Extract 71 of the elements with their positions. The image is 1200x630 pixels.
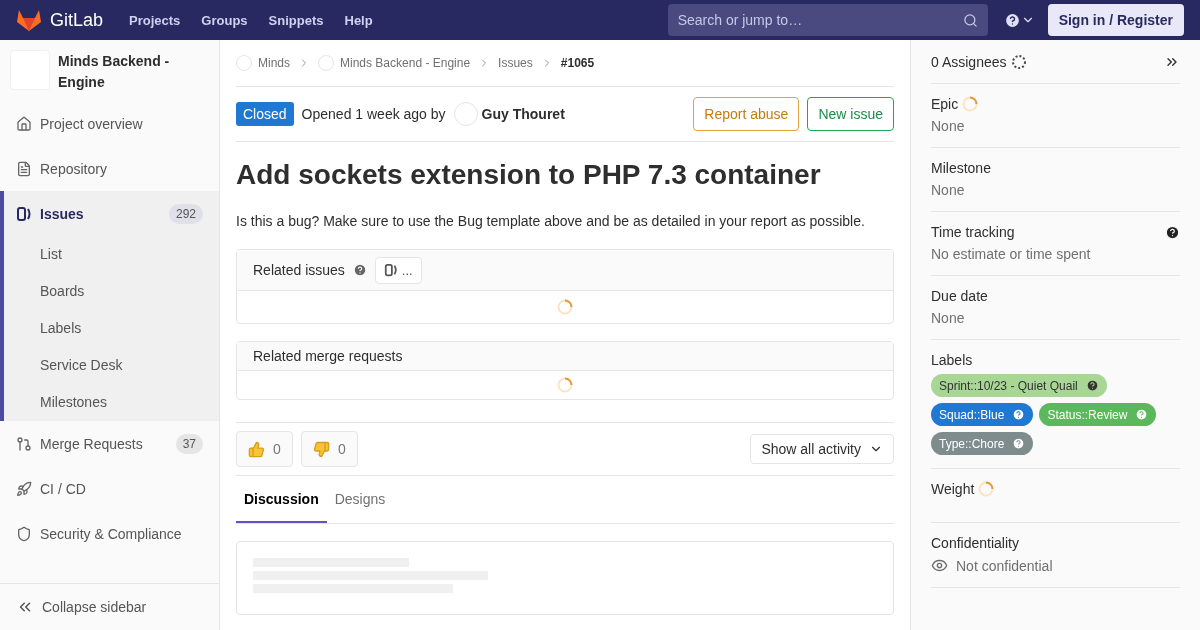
nav-link[interactable]: Groups [201, 12, 248, 28]
sidebar-subitem[interactable]: Labels [4, 310, 219, 347]
avatar-circle [236, 55, 252, 71]
thumbs-down-icon [313, 440, 331, 458]
eye-icon [931, 557, 948, 574]
label-tag[interactable]: Sprint::10/23 - Quiet Quail [931, 374, 1107, 397]
search-icon [962, 12, 978, 28]
section-value: None [931, 182, 966, 198]
thumbs-up-button[interactable]: 0 [236, 431, 293, 467]
section-title: Epic [931, 96, 959, 112]
sidebar-item[interactable]: Project overview [4, 101, 219, 146]
author-link[interactable]: Guy Thouret [453, 102, 565, 126]
avatar-circle [318, 55, 334, 71]
issue-title: Add sockets extension to PHP 7.3 container [236, 159, 822, 191]
section-title: Time tracking [931, 224, 1015, 240]
nav-link[interactable]: Snippets [268, 12, 324, 28]
shield-icon [16, 525, 32, 542]
section-value: None [931, 310, 966, 326]
issues-icon [383, 263, 398, 277]
avatar-circle [453, 102, 478, 126]
collapse-sidebar-link[interactable]: Collapse sidebar [0, 583, 219, 630]
section-value: Not confidential [956, 557, 1053, 574]
sidebar-subitem[interactable]: Service Desk [4, 347, 219, 384]
sidebar-item[interactable]: Security & Compliance [4, 511, 219, 556]
project-name[interactable]: Minds Backend - Engine [58, 50, 209, 93]
fox-logo-icon[interactable] [16, 8, 42, 32]
brand-name[interactable]: GitLab [50, 9, 104, 31]
label-tag[interactable]: Squad::Blue [931, 403, 1034, 426]
section-value: No estimate or time spent [931, 246, 1092, 262]
issue-description: Is this a bug? Make sure to use the Bug template above and be as detailed in your report as possible. [236, 213, 866, 229]
rocket-icon [16, 480, 32, 497]
assignees-title: 0 Assignees [931, 54, 1007, 70]
count-badge: 292 [168, 203, 203, 224]
nav-link[interactable]: Projects [129, 12, 181, 28]
opened-text: Opened 1 week ago by [301, 106, 446, 122]
issues-icon [16, 205, 32, 222]
section-title: Labels [931, 352, 973, 368]
thumbs-down-button[interactable]: 0 [301, 431, 358, 467]
breadcrumb-link[interactable]: Minds Backend - Engine [318, 55, 471, 71]
tab[interactable]: Discussion [236, 476, 327, 523]
sidebar-subitem[interactable]: List [4, 236, 219, 273]
issues-count-button[interactable]: ... [374, 256, 422, 284]
breadcrumb-link[interactable]: Issues [498, 56, 533, 70]
breadcrumb-link[interactable]: #1065 [560, 56, 595, 70]
sidebar-subitem[interactable]: Boards [4, 273, 219, 310]
merge-request-icon [16, 435, 32, 452]
section-title: Confidentiality [931, 535, 1019, 551]
document-icon [16, 160, 32, 177]
sidebar-item[interactable]: Repository [4, 146, 219, 191]
section-value: None [931, 118, 966, 134]
sidebar-item[interactable]: CI / CD [4, 466, 219, 511]
search-field[interactable]: Search or jump to… [667, 4, 988, 36]
sign-in-button[interactable]: Sign in / Register [1047, 4, 1184, 36]
section-title: Weight [931, 481, 975, 497]
breadcrumb-link[interactable]: Minds [236, 55, 290, 71]
card-title: Related issues [253, 262, 345, 278]
card-title: Related merge requests [253, 348, 403, 364]
section-title: Milestone [931, 160, 991, 176]
tab[interactable]: Designs [326, 476, 394, 523]
thumbs-up-icon [248, 440, 266, 458]
new-issue-button[interactable]: New issue [807, 97, 894, 131]
home-icon [16, 115, 32, 132]
count-badge: 37 [175, 433, 203, 454]
activity-filter-dropdown[interactable]: Show all activity [750, 434, 894, 464]
section-title: Due date [931, 288, 988, 304]
sidebar-item[interactable]: Issues 292 [4, 191, 219, 236]
status-badge: Closed [236, 102, 294, 126]
help-icon[interactable] [1003, 11, 1021, 29]
nav-link[interactable]: Help [344, 12, 373, 28]
sidebar-subitem[interactable]: Milestones [4, 384, 219, 421]
sidebar-item[interactable]: Merge Requests 37 [4, 421, 219, 466]
